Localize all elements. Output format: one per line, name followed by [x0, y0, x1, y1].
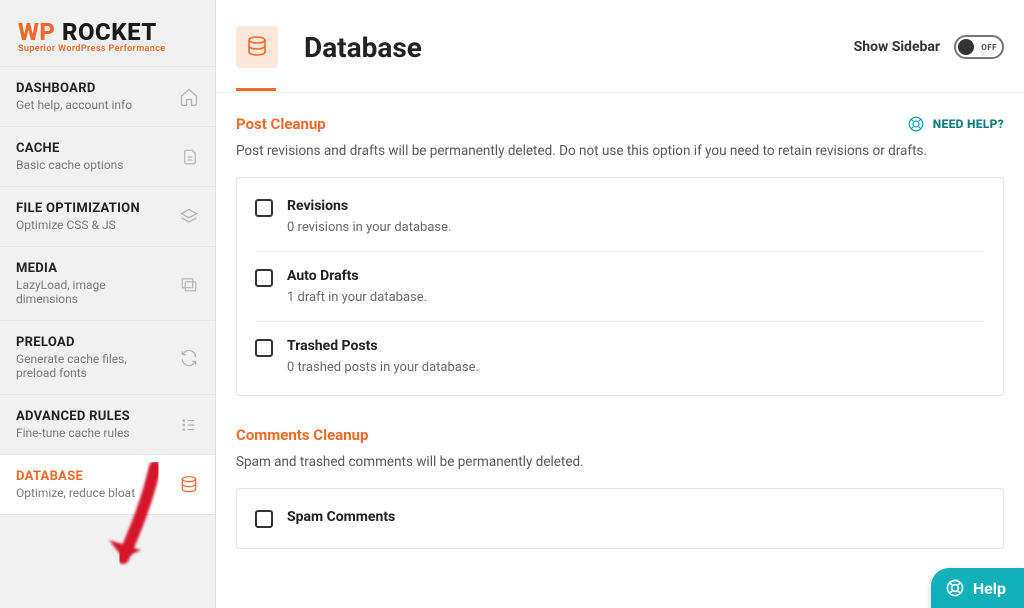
- row-title: Auto Drafts: [287, 268, 427, 284]
- lifesaver-icon: [945, 578, 965, 598]
- sidebar-item-sub: Basic cache options: [16, 158, 171, 172]
- need-help-label: NEED HELP?: [933, 117, 1004, 131]
- sidebar-item-sub: Optimize CSS & JS: [16, 218, 169, 232]
- toggle-knob: [958, 39, 974, 55]
- logo-rocket: ROCKET: [55, 18, 156, 46]
- sidebar-item-sub: Generate cache files, preload fonts: [16, 352, 169, 380]
- sidebar-item-dashboard[interactable]: DASHBOARD Get help, account info: [0, 66, 215, 126]
- images-icon: [179, 275, 199, 293]
- help-pill-button[interactable]: Help: [931, 568, 1024, 608]
- sidebar-item-sub: Optimize, reduce bloat: [16, 486, 169, 500]
- need-help-button[interactable]: NEED HELP?: [907, 115, 1004, 133]
- row-revisions[interactable]: Revisions 0 revisions in your database.: [255, 182, 985, 251]
- row-sub: 0 revisions in your database.: [287, 220, 451, 235]
- sidebar-item-advanced-rules[interactable]: ADVANCED RULES Fine-tune cache rules: [0, 394, 215, 454]
- row-title: Trashed Posts: [287, 338, 479, 354]
- checkbox-trashed-posts[interactable]: [255, 339, 273, 357]
- row-sub: 1 draft in your database.: [287, 290, 427, 305]
- page-header: Database Show Sidebar OFF: [216, 0, 1024, 88]
- show-sidebar-toggle[interactable]: OFF: [954, 35, 1004, 59]
- sidebar-item-sub: Get help, account info: [16, 98, 169, 112]
- database-icon: [179, 475, 199, 495]
- sidebar-item-label: DATABASE: [16, 469, 169, 484]
- home-icon: [179, 87, 199, 107]
- sidebar-item-sub: LazyLoad, image dimensions: [16, 278, 169, 306]
- section-desc-post-cleanup: Post revisions and drafts will be perman…: [236, 143, 1004, 159]
- sidebar-item-preload[interactable]: PRELOAD Generate cache files, preload fo…: [0, 320, 215, 394]
- row-title: Spam Comments: [287, 509, 395, 525]
- toggle-state: OFF: [981, 43, 997, 52]
- show-sidebar-label: Show Sidebar: [854, 39, 940, 55]
- list-icon: [179, 416, 199, 434]
- logo: WP ROCKET Superior WordPress Performance: [0, 0, 215, 66]
- sidebar-item-label: DASHBOARD: [16, 81, 169, 96]
- sidebar-item-label: CACHE: [16, 141, 171, 156]
- section-title-post-cleanup: Post Cleanup: [236, 115, 907, 133]
- row-spam-comments[interactable]: Spam Comments: [255, 493, 985, 544]
- section-title-comments-cleanup: Comments Cleanup: [236, 426, 1004, 444]
- logo-tagline: Superior WordPress Performance: [18, 44, 197, 54]
- sidebar-item-media[interactable]: MEDIA LazyLoad, image dimensions: [0, 246, 215, 320]
- active-tab-indicator: [236, 88, 276, 91]
- section-desc-comments-cleanup: Spam and trashed comments will be perman…: [236, 454, 1004, 470]
- row-sub: 0 trashed posts in your database.: [287, 360, 479, 375]
- row-auto-drafts[interactable]: Auto Drafts 1 draft in your database.: [255, 251, 985, 321]
- checkbox-revisions[interactable]: [255, 199, 273, 217]
- row-title: Revisions: [287, 198, 451, 214]
- sidebar-item-file-optimization[interactable]: FILE OPTIMIZATION Optimize CSS & JS: [0, 186, 215, 246]
- sidebar: WP ROCKET Superior WordPress Performance…: [0, 0, 216, 608]
- lifesaver-icon: [907, 115, 925, 133]
- row-trashed-posts[interactable]: Trashed Posts 0 trashed posts in your da…: [255, 321, 985, 391]
- sidebar-item-label: PRELOAD: [16, 335, 169, 350]
- sidebar-item-label: MEDIA: [16, 261, 169, 276]
- sidebar-item-label: FILE OPTIMIZATION: [16, 201, 169, 216]
- help-pill-label: Help: [973, 579, 1006, 598]
- file-icon: [181, 147, 199, 167]
- sidebar-item-sub: Fine-tune cache rules: [16, 426, 169, 440]
- database-icon: [236, 26, 278, 68]
- layers-icon: [179, 207, 199, 227]
- refresh-icon: [179, 348, 199, 368]
- logo-wp: WP: [18, 18, 55, 46]
- checkbox-spam-comments[interactable]: [255, 510, 273, 528]
- post-cleanup-panel: Revisions 0 revisions in your database. …: [236, 177, 1004, 396]
- checkbox-auto-drafts[interactable]: [255, 269, 273, 287]
- comments-cleanup-panel: Spam Comments: [236, 488, 1004, 549]
- sidebar-item-cache[interactable]: CACHE Basic cache options: [0, 126, 215, 186]
- page-title: Database: [304, 31, 854, 64]
- sidebar-item-database[interactable]: DATABASE Optimize, reduce bloat: [0, 454, 215, 515]
- sidebar-item-label: ADVANCED RULES: [16, 409, 169, 424]
- main-panel: Database Show Sidebar OFF Post Cleanup N…: [216, 0, 1024, 608]
